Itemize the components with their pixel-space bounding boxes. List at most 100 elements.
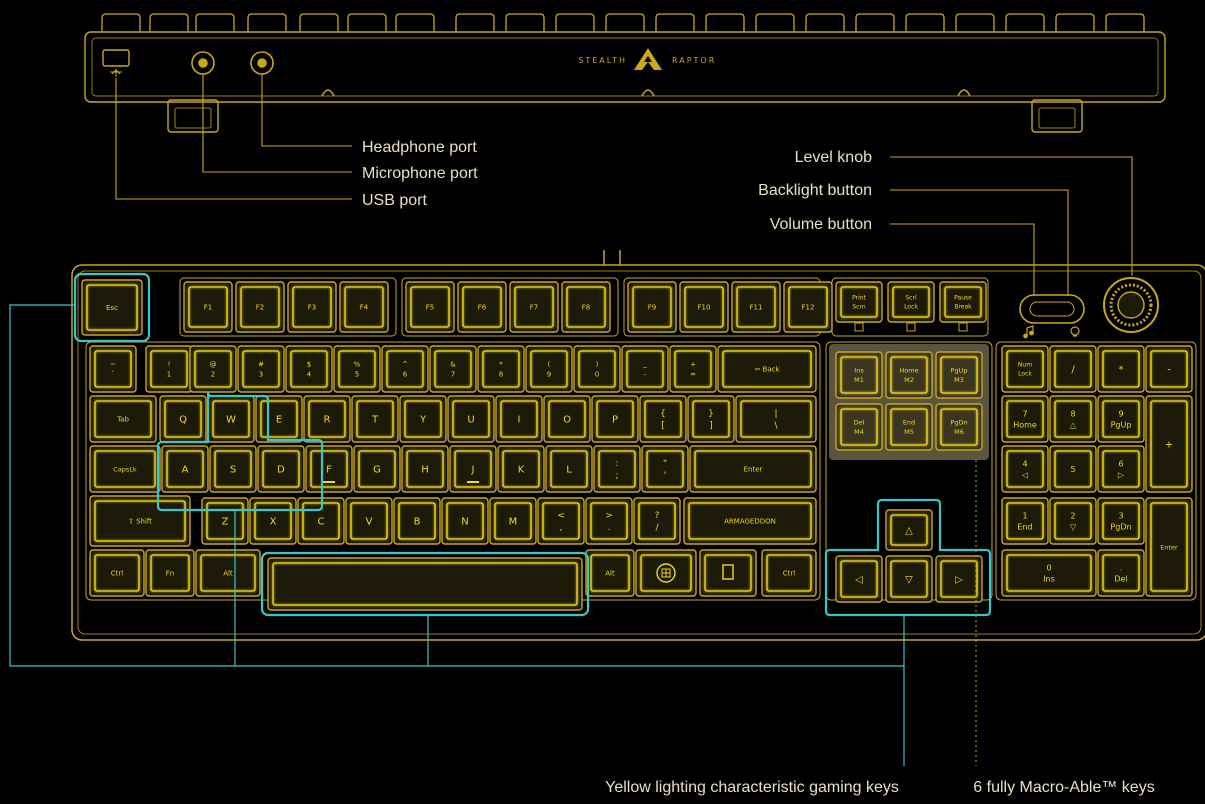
key-f3[interactable]: F3 <box>287 281 337 333</box>
key-f6[interactable]: F6 <box>457 281 507 333</box>
key-comma[interactable]: <, <box>537 497 585 545</box>
key-7[interactable]: &7 <box>429 345 477 393</box>
key-b[interactable]: B <box>393 497 441 545</box>
key-num-enter[interactable]: Enter <box>1145 497 1193 597</box>
key-s[interactable]: S <box>209 445 257 493</box>
key-arrow-right[interactable]: ▷ <box>935 555 983 603</box>
key-f[interactable]: F <box>305 445 353 493</box>
key-semicolon[interactable]: :; <box>593 445 641 493</box>
key-scrl-lock[interactable]: Scrl Lock <box>887 281 935 323</box>
key-num-4[interactable]: 4◁ <box>1001 445 1049 493</box>
key-num-5[interactable]: 5 <box>1049 445 1097 493</box>
key-sym[interactable]: _- <box>621 345 669 393</box>
key-num-1[interactable]: 1 End <box>1001 497 1049 545</box>
key-f1[interactable]: F1 <box>183 281 233 333</box>
key-f9[interactable]: F9 <box>627 281 677 333</box>
key-left-ctrl[interactable]: Ctrl <box>89 549 145 597</box>
key-sym[interactable]: ~` <box>89 345 137 393</box>
key-esc[interactable]: Esc <box>81 279 143 336</box>
key-9[interactable]: (9 <box>525 345 573 393</box>
key-o[interactable]: O <box>543 395 591 443</box>
key-6[interactable]: ^6 <box>381 345 429 393</box>
key-m[interactable]: M <box>489 497 537 545</box>
key-period[interactable]: >. <box>585 497 633 545</box>
key-num-lock[interactable]: Num Lock <box>1001 345 1049 393</box>
macro-key-pgup-m3[interactable]: PgUpM3 <box>935 351 983 399</box>
macro-key-end-m5[interactable]: EndM5 <box>885 403 933 451</box>
key-num-9[interactable]: 9 PgUp <box>1097 395 1145 443</box>
key-f11[interactable]: F11 <box>731 281 781 333</box>
key-num-3[interactable]: 3 PgDn <box>1097 497 1145 545</box>
macro-key-ins-m1[interactable]: InsM1 <box>835 351 883 399</box>
key-p[interactable]: P <box>591 395 639 443</box>
key-h[interactable]: H <box>401 445 449 493</box>
key-g[interactable]: G <box>353 445 401 493</box>
key-num-6[interactable]: 6▷ <box>1097 445 1145 493</box>
key-x[interactable]: X <box>249 497 297 545</box>
key-y[interactable]: Y <box>399 395 447 443</box>
key-f5[interactable]: F5 <box>405 281 455 333</box>
key-j[interactable]: J <box>449 445 497 493</box>
key-left-shift[interactable]: ⇧ Shift <box>89 495 191 547</box>
key-caps-lock[interactable]: CapsLk <box>89 445 161 493</box>
key-num-dot[interactable]: . Del <box>1097 549 1145 597</box>
macro-key-home-m2[interactable]: HomeM2 <box>885 351 933 399</box>
key-2[interactable]: @2 <box>189 345 237 393</box>
key-f8[interactable]: F8 <box>561 281 611 333</box>
key-sym[interactable]: |\ <box>735 395 817 443</box>
key-f4[interactable]: F4 <box>339 281 389 333</box>
level-knob-icon[interactable] <box>1103 277 1159 333</box>
key-num-8[interactable]: 8△ <box>1049 395 1097 443</box>
key-arrow-down[interactable]: ▽ <box>885 555 933 603</box>
key-fn[interactable]: Fn <box>145 549 195 597</box>
key-right-ctrl[interactable]: Ctrl <box>761 549 817 597</box>
key-r[interactable]: R <box>303 395 351 443</box>
key-sym[interactable]: {[ <box>639 395 687 443</box>
key-arrow-up[interactable]: △ <box>885 509 933 551</box>
key-f12[interactable]: F12 <box>783 281 833 333</box>
key-e[interactable]: E <box>255 395 303 443</box>
key-num-7[interactable]: 7 Home <box>1001 395 1049 443</box>
key-v[interactable]: V <box>345 497 393 545</box>
key-tab[interactable]: Tab <box>89 395 157 443</box>
key-q[interactable]: Q <box>159 395 207 443</box>
key-left-alt[interactable]: Alt <box>195 549 261 597</box>
key-pause-break[interactable]: Pause Break <box>939 281 987 323</box>
key-w[interactable]: W <box>207 395 255 443</box>
key-num-slash[interactable]: / <box>1049 345 1097 393</box>
key-windows[interactable] <box>635 549 697 597</box>
key-4[interactable]: $4 <box>285 345 333 393</box>
key-k[interactable]: K <box>497 445 545 493</box>
key-num-2[interactable]: 2▽ <box>1049 497 1097 545</box>
key-l[interactable]: L <box>545 445 593 493</box>
key-f2[interactable]: F2 <box>235 281 285 333</box>
key-u[interactable]: U <box>447 395 495 443</box>
key-sym[interactable]: += <box>669 345 717 393</box>
key-1[interactable]: !1 <box>145 345 193 393</box>
key-8[interactable]: *8 <box>477 345 525 393</box>
key-num-minus[interactable]: - <box>1145 345 1193 393</box>
key-num-plus[interactable]: + <box>1145 395 1193 493</box>
key-0[interactable]: )0 <box>573 345 621 393</box>
key-arrow-left[interactable]: ◁ <box>835 555 883 603</box>
key-space[interactable] <box>267 557 583 611</box>
key-backspace[interactable]: ⇦ Back <box>717 345 817 393</box>
key-quote[interactable]: "' <box>641 445 689 493</box>
key-3[interactable]: #3 <box>237 345 285 393</box>
key-enter[interactable]: Enter <box>689 445 817 493</box>
macro-key-pgdn-m6[interactable]: PgDnM6 <box>935 403 983 451</box>
key-a[interactable]: A <box>161 445 209 493</box>
key-n[interactable]: N <box>441 497 489 545</box>
key-menu[interactable] <box>699 549 757 597</box>
key-d[interactable]: D <box>257 445 305 493</box>
key-z[interactable]: Z <box>201 497 249 545</box>
key-t[interactable]: T <box>351 395 399 443</box>
key-slash[interactable]: ?/ <box>633 497 681 545</box>
key-sym[interactable]: }] <box>687 395 735 443</box>
key-print-scrn[interactable]: Print Scrn <box>835 281 883 323</box>
key-5[interactable]: %5 <box>333 345 381 393</box>
key-num-star[interactable]: * <box>1097 345 1145 393</box>
key-right-alt[interactable]: Alt <box>585 549 635 597</box>
key-f10[interactable]: F10 <box>679 281 729 333</box>
key-f7[interactable]: F7 <box>509 281 559 333</box>
